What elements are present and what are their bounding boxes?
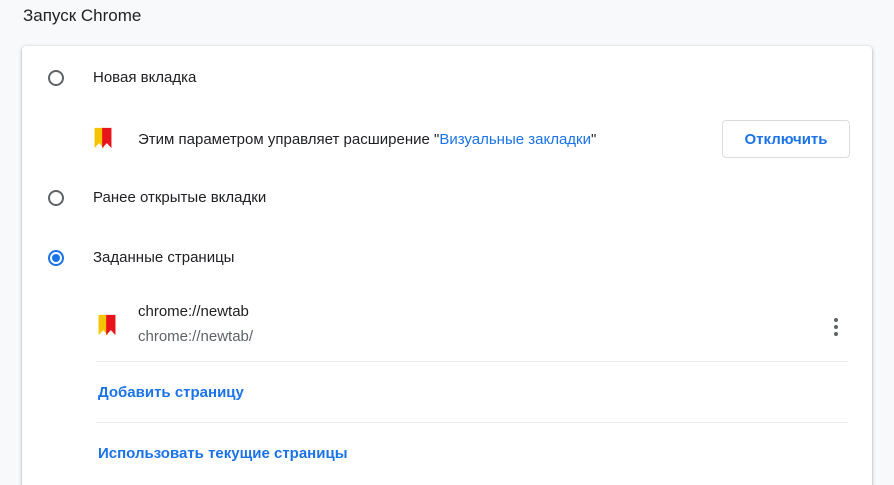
settings-page: Запуск Chrome Новая вкладка Этим парамет…: [0, 0, 894, 485]
divider: [96, 361, 848, 362]
option-new-tab[interactable]: Новая вкладка: [22, 63, 872, 93]
startup-page-entry: chrome://newtab chrome://newtab/: [96, 297, 848, 355]
divider: [96, 422, 848, 423]
startup-card: Новая вкладка Этим параметром управляет …: [22, 46, 872, 485]
radio-continue[interactable]: [48, 190, 64, 206]
quote-close: ": [590, 131, 597, 148]
radio-new-tab[interactable]: [48, 70, 64, 86]
managed-notice: Этим параметром управляет расширение "Ви…: [92, 120, 850, 160]
bookmark-extension-icon: [98, 314, 116, 336]
option-continue[interactable]: Ранее открытые вкладки: [22, 183, 872, 213]
more-vert-icon[interactable]: [824, 315, 848, 339]
extension-name-link[interactable]: Визуальные закладки: [439, 131, 591, 148]
option-label: Новая вкладка: [93, 69, 197, 86]
startup-page-title: chrome://newtab: [138, 303, 249, 320]
radio-specific-pages[interactable]: [48, 250, 64, 266]
option-label: Ранее открытые вкладки: [93, 189, 267, 206]
managed-text-prefix: Этим параметром управляет расширение: [138, 131, 434, 148]
disable-extension-button[interactable]: Отключить: [722, 120, 850, 158]
startup-page-url: chrome://newtab/: [138, 328, 254, 345]
option-specific-pages[interactable]: Заданные страницы: [22, 243, 872, 273]
add-page-link[interactable]: Добавить страницу: [98, 384, 244, 401]
bookmark-extension-icon: [94, 127, 112, 149]
option-label: Заданные страницы: [93, 249, 235, 266]
section-title: Запуск Chrome: [23, 6, 142, 25]
managed-text: Этим параметром управляет расширение "Ви…: [138, 131, 596, 148]
use-current-pages-link[interactable]: Использовать текущие страницы: [98, 445, 348, 462]
